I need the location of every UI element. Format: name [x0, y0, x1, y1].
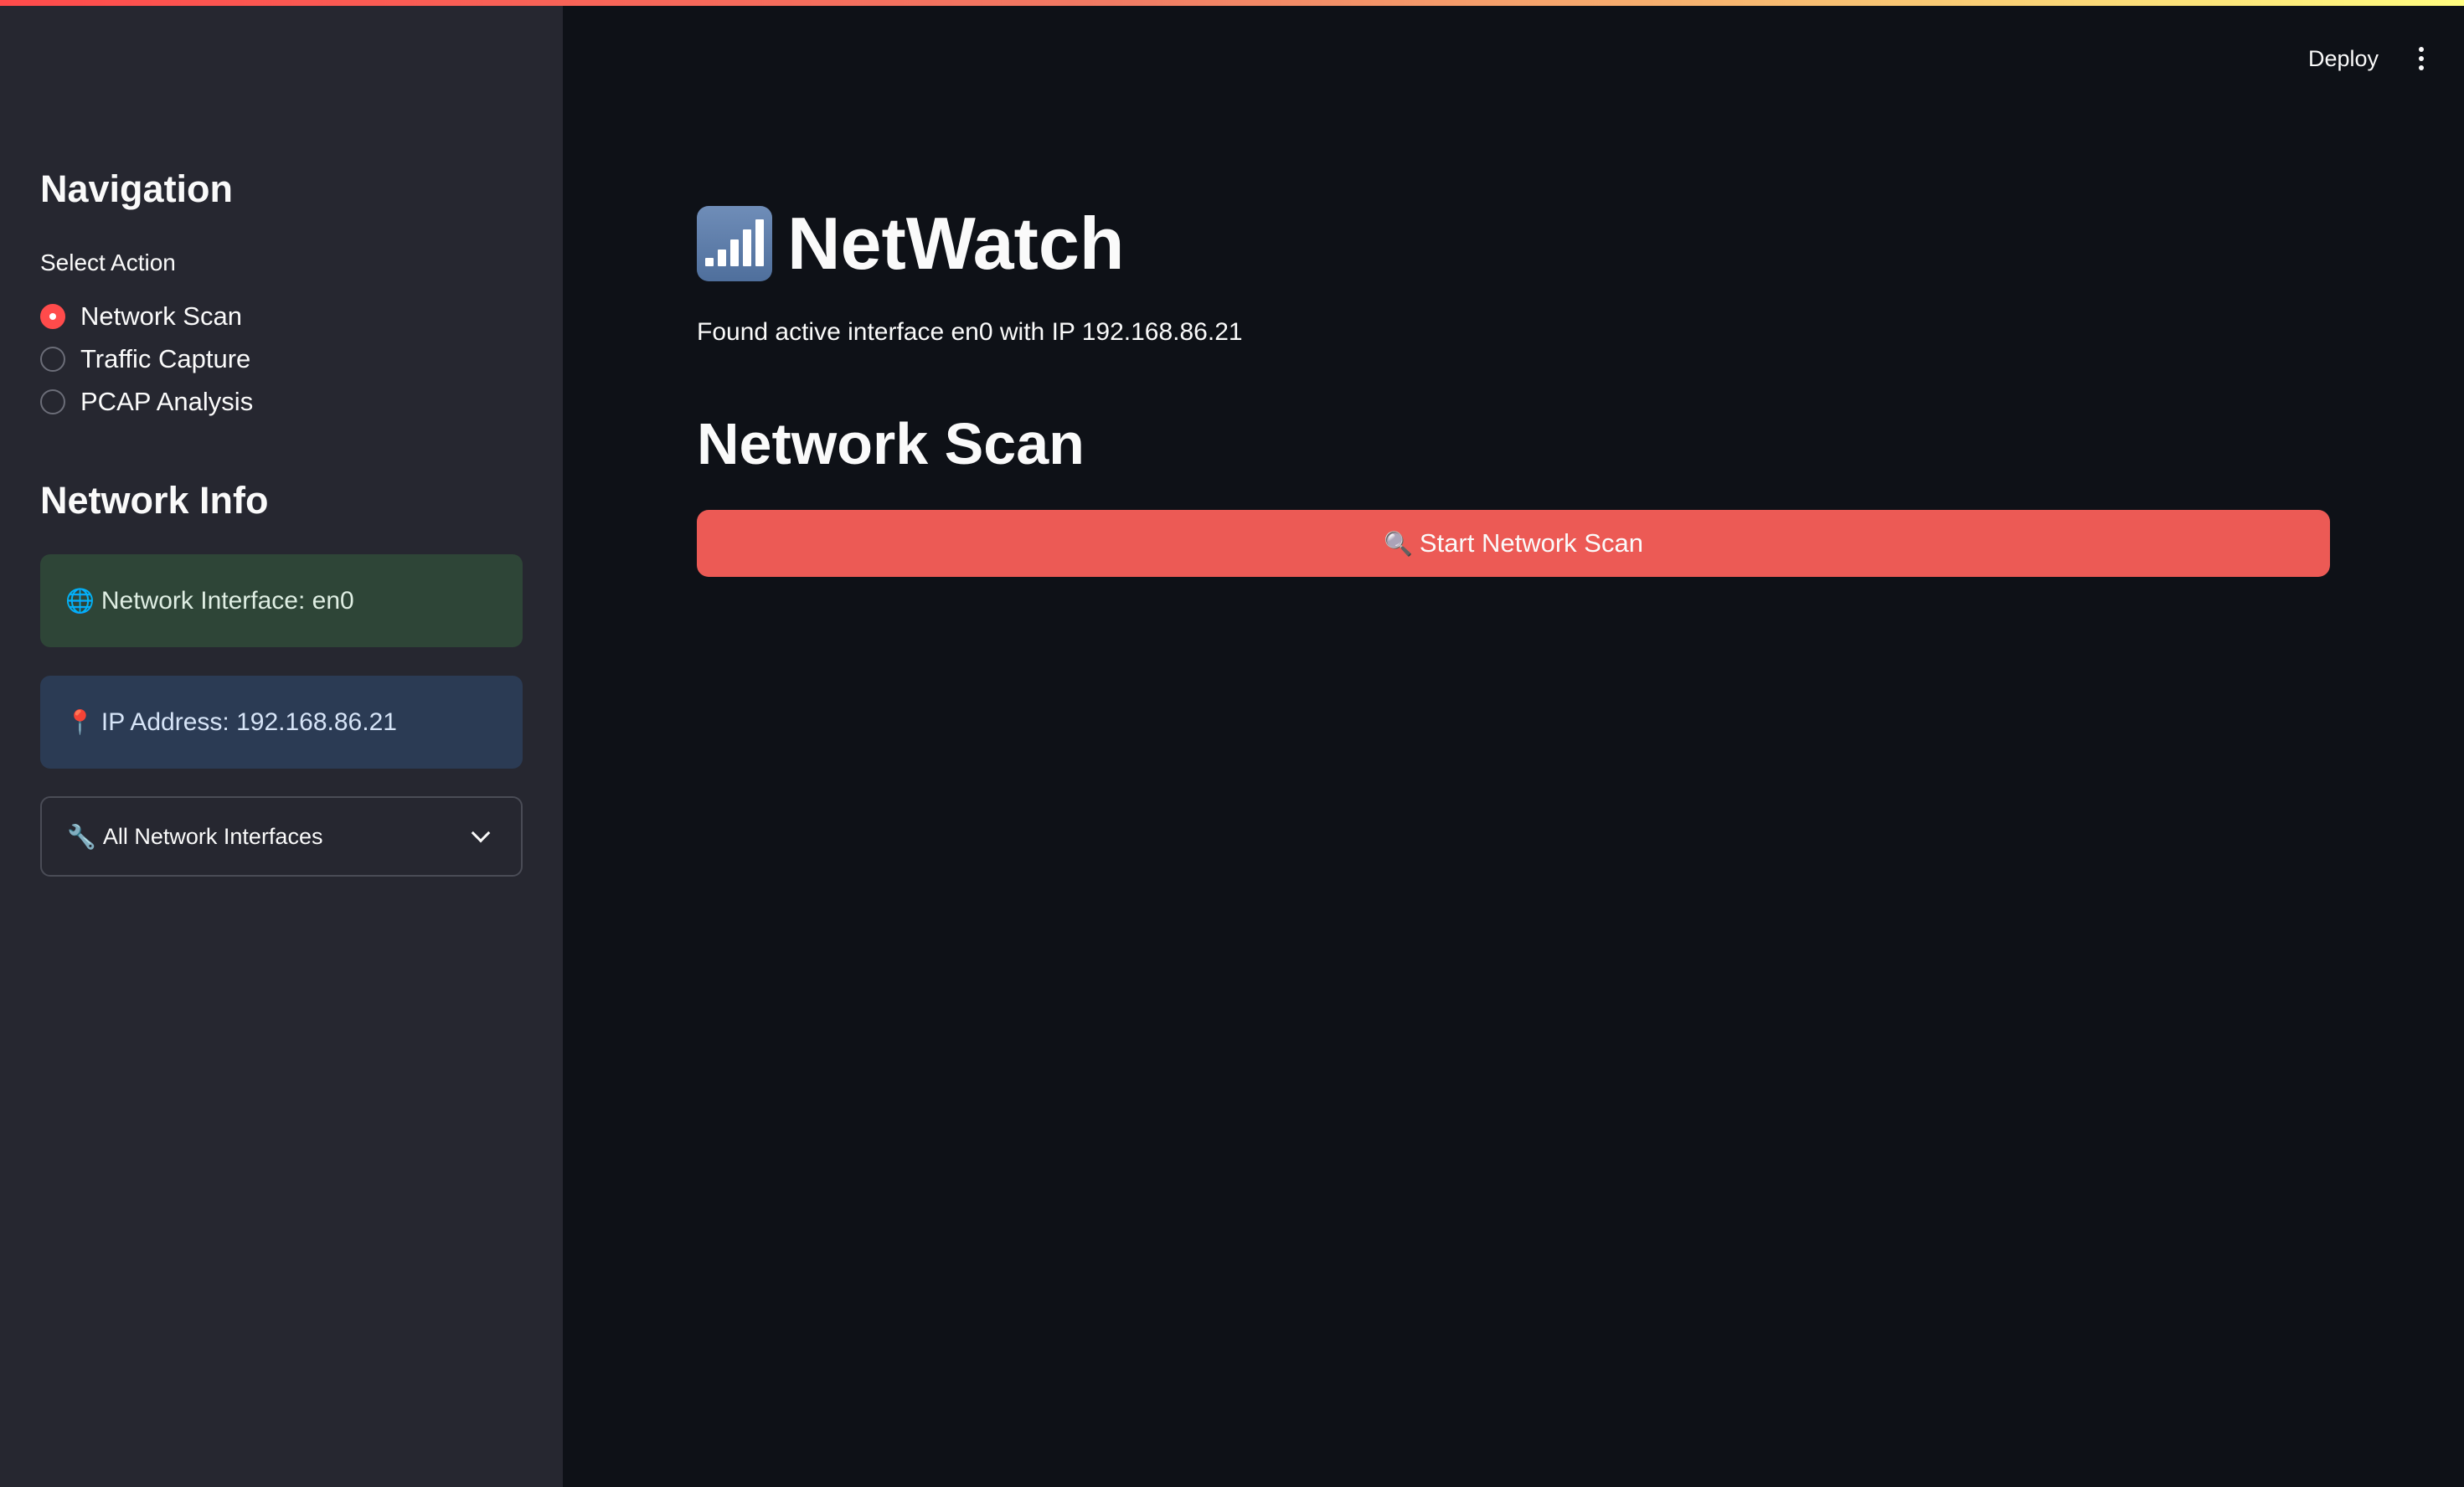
start-network-scan-button[interactable]: 🔍 Start Network Scan [697, 510, 2330, 577]
radio-label-network-scan: Network Scan [80, 301, 242, 331]
radio-pcap-analysis[interactable]: PCAP Analysis [40, 380, 253, 423]
top-decoration-bar [0, 0, 2464, 6]
action-radio-group: Network Scan Traffic Capture PCAP Analys… [40, 295, 253, 423]
status-message: Found active interface en0 with IP 192.1… [697, 318, 1243, 346]
scan-button-label: Start Network Scan [1419, 528, 1643, 558]
select-action-label: Select Action [40, 250, 176, 275]
kebab-menu-icon[interactable] [2412, 44, 2430, 74]
network-info-heading: Network Info [40, 479, 269, 522]
ip-address-text: IP Address: 192.168.86.21 [101, 707, 397, 736]
radio-button[interactable] [40, 388, 65, 414]
globe-icon: 🌐 [65, 588, 95, 614]
section-heading: Network Scan [697, 411, 1085, 476]
radio-traffic-capture[interactable]: Traffic Capture [40, 337, 253, 380]
app-toolbar: Deploy [2308, 44, 2430, 74]
radio-button[interactable] [40, 346, 65, 372]
radio-network-scan[interactable]: Network Scan [40, 295, 253, 337]
page-title: NetWatch [787, 202, 1125, 285]
navigation-heading: Navigation [40, 167, 234, 210]
title-row: NetWatch [697, 201, 1125, 286]
chevron-down-icon[interactable] [471, 823, 491, 843]
signal-bars-icon [697, 206, 772, 281]
network-interface-text: Network Interface: en0 [101, 586, 354, 615]
sidebar: Navigation Select Action Network Scan Tr… [0, 0, 563, 1487]
deploy-button[interactable]: Deploy [2308, 46, 2379, 72]
pin-icon: 📍 [65, 709, 95, 735]
magnifier-icon: 🔍 [1384, 530, 1413, 557]
radio-label-pcap-analysis: PCAP Analysis [80, 386, 254, 416]
expander-label: All Network Interfaces [102, 823, 323, 849]
wrench-icon: 🔧 [67, 823, 96, 850]
ip-address-info-box: 📍 IP Address: 192.168.86.21 [40, 676, 523, 769]
radio-button-checked[interactable] [40, 303, 65, 329]
all-interfaces-expander[interactable]: 🔧 All Network Interfaces [40, 796, 523, 877]
radio-label-traffic-capture: Traffic Capture [80, 343, 251, 373]
network-interface-success-box: 🌐 Network Interface: en0 [40, 554, 523, 647]
